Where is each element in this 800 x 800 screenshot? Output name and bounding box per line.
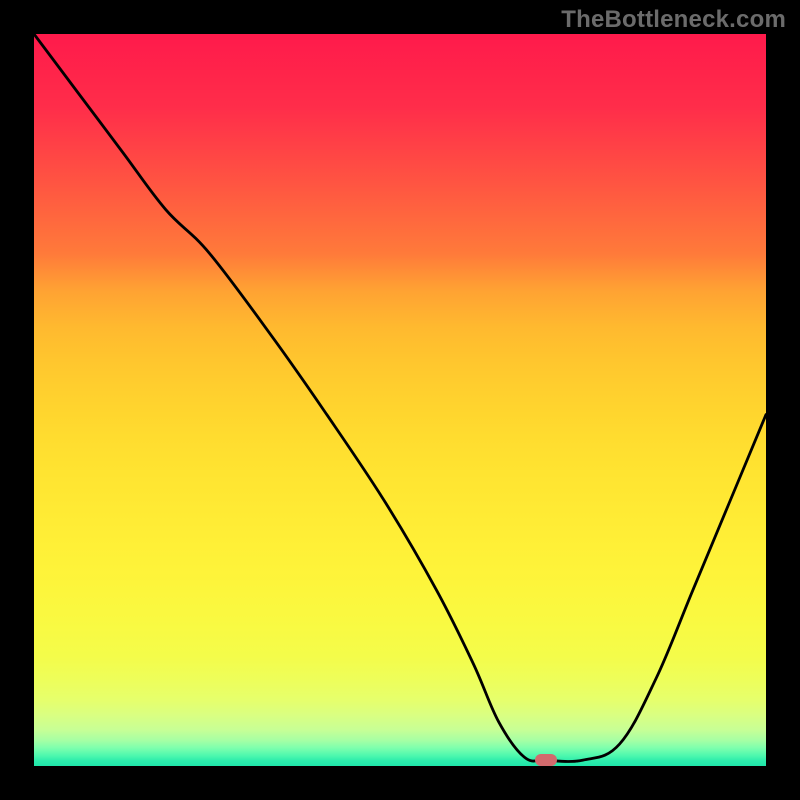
chart-frame: TheBottleneck.com xyxy=(0,0,800,800)
watermark-text: TheBottleneck.com xyxy=(561,6,786,34)
optimal-marker xyxy=(535,754,557,766)
bottleneck-curve xyxy=(34,34,766,766)
plot-area xyxy=(34,34,766,766)
